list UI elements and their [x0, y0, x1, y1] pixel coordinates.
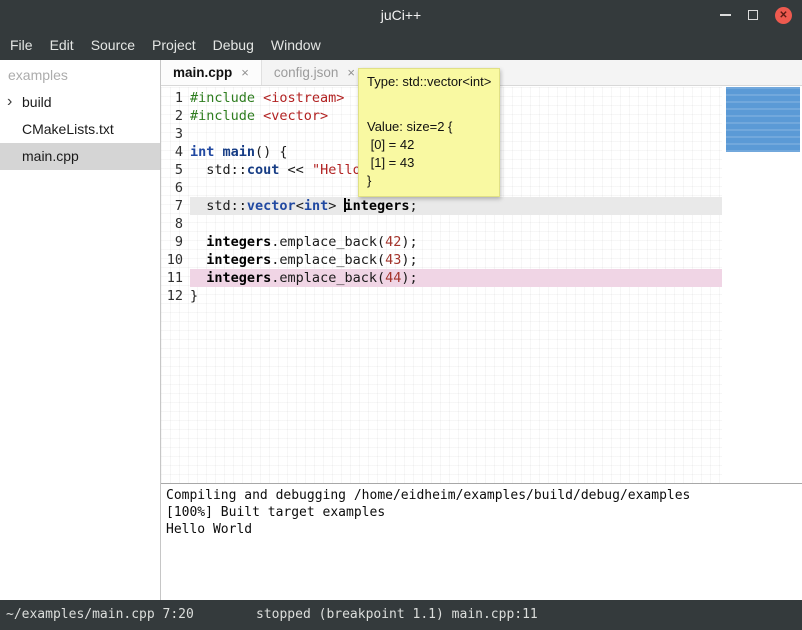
statusbar: ~/examples/main.cpp 7:20 stopped (breakp… — [0, 600, 802, 630]
code-line-10[interactable]: 10 integers.emplace_back(43); — [161, 251, 722, 269]
tree-item-cmakelists[interactable]: CMakeLists.txt — [0, 116, 160, 143]
menu-item-project[interactable]: Project — [152, 37, 196, 53]
menu-item-file[interactable]: File — [10, 37, 33, 53]
debug-value-tooltip: Type: std::vector<int> Value: size=2 { [… — [358, 68, 500, 197]
tab-close-icon[interactable]: × — [347, 65, 355, 80]
tab-label: config.json — [274, 65, 339, 80]
menu-item-debug[interactable]: Debug — [213, 37, 254, 53]
restore-icon[interactable] — [748, 10, 758, 20]
tooltip-value-block: Value: size=2 { [0] = 42 [1] = 43 } — [367, 118, 491, 190]
line-number[interactable]: 6 — [161, 179, 190, 197]
output-line: Compiling and debugging /home/eidheim/ex… — [166, 487, 797, 504]
juci-window: juCi++ ✕ File Edit Source Project Debug … — [0, 0, 802, 630]
tab-close-icon[interactable]: × — [241, 65, 249, 80]
line-number[interactable]: 4 — [161, 143, 190, 161]
output-line: Hello World — [166, 521, 797, 538]
tooltip-value-line: [0] = 42 — [367, 136, 491, 154]
tooltip-type-line: Type: std::vector<int> — [367, 74, 491, 90]
line-number[interactable]: 11 — [161, 269, 190, 287]
line-number[interactable]: 12 — [161, 287, 190, 305]
tree-item-label: build — [22, 94, 52, 110]
output-panel: Compiling and debugging /home/eidheim/ex… — [161, 484, 802, 600]
close-icon[interactable]: ✕ — [775, 7, 792, 24]
menu-item-window[interactable]: Window — [271, 37, 321, 53]
window-controls: ✕ — [720, 0, 792, 30]
code-line-9[interactable]: 9 integers.emplace_back(42); — [161, 233, 722, 251]
tooltip-value-line: [1] = 43 — [367, 154, 491, 172]
tree-item-label: main.cpp — [22, 148, 79, 164]
output-line: [100%] Built target examples — [166, 504, 797, 521]
code-line-7[interactable]: 7 std::vector<int> integers; — [161, 197, 722, 215]
tab-label: main.cpp — [173, 65, 232, 80]
tree-item-label: CMakeLists.txt — [22, 121, 114, 137]
window-title: juCi++ — [381, 7, 421, 23]
line-number[interactable]: 8 — [161, 215, 190, 233]
menubar: File Edit Source Project Debug Window — [0, 30, 802, 60]
code-text: } — [190, 287, 722, 305]
line-number[interactable]: 3 — [161, 125, 190, 143]
line-number[interactable]: 1 — [161, 89, 190, 107]
code-line-8[interactable]: 8 — [161, 215, 722, 233]
tooltip-value-line: Value: size=2 { — [367, 118, 491, 136]
code-line-11[interactable]: 11 integers.emplace_back(44); — [161, 269, 722, 287]
tab-config-json[interactable]: config.json × — [262, 60, 367, 85]
minimize-icon[interactable] — [720, 14, 731, 16]
code-line-12[interactable]: 12} — [161, 287, 722, 305]
code-text: std::vector<int> integers; — [190, 197, 722, 215]
file-tree-sidebar: examples › build CMakeLists.txt main.cpp — [0, 60, 161, 600]
code-text: integers.emplace_back(42); — [190, 233, 722, 251]
line-number[interactable]: 7 — [161, 197, 190, 215]
tree-item-build[interactable]: › build — [0, 89, 160, 116]
menu-item-edit[interactable]: Edit — [50, 37, 74, 53]
status-file-position: ~/examples/main.cpp 7:20 — [6, 607, 194, 622]
tooltip-value-line: } — [367, 172, 491, 190]
project-name: examples — [0, 60, 160, 89]
chevron-right-icon[interactable]: › — [7, 88, 12, 115]
tab-main-cpp[interactable]: main.cpp × — [161, 60, 262, 85]
code-text — [190, 215, 722, 233]
line-number[interactable]: 9 — [161, 233, 190, 251]
code-text: integers.emplace_back(43); — [190, 251, 722, 269]
status-debug-state: stopped (breakpoint 1.1) main.cpp:11 — [256, 607, 538, 622]
titlebar: juCi++ ✕ — [0, 0, 802, 30]
line-number[interactable]: 2 — [161, 107, 190, 125]
line-number[interactable]: 5 — [161, 161, 190, 179]
line-number[interactable]: 10 — [161, 251, 190, 269]
scrollbar-thumb[interactable] — [726, 87, 800, 152]
scrollbar-lane[interactable] — [722, 87, 802, 483]
menu-item-source[interactable]: Source — [91, 37, 135, 53]
tree-item-main-cpp[interactable]: main.cpp — [0, 143, 160, 170]
code-text: integers.emplace_back(44); — [190, 269, 722, 287]
